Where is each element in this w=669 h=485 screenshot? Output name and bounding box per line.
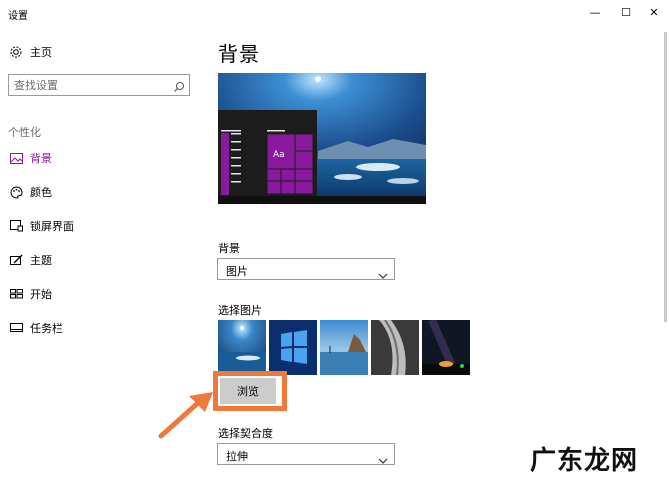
page-title: 背景 bbox=[218, 42, 260, 66]
window-title: 设置 bbox=[8, 11, 28, 22]
sidebar-item-background[interactable]: 背景 bbox=[0, 145, 200, 171]
picture-icon bbox=[8, 150, 24, 166]
sidebar-item-taskbar[interactable]: 任务栏 bbox=[0, 315, 200, 341]
close-button[interactable]: ✕ bbox=[639, 0, 669, 24]
lock-screen-icon bbox=[8, 218, 24, 234]
fit-label: 选择契合度 bbox=[218, 427, 273, 440]
minimize-button[interactable]: — bbox=[580, 0, 610, 24]
search-icon[interactable] bbox=[173, 78, 185, 97]
thumbnail-4[interactable] bbox=[371, 320, 419, 375]
sidebar-item-lock-screen[interactable]: 锁屏界面 bbox=[0, 213, 200, 239]
thumbnail-5[interactable] bbox=[422, 320, 470, 375]
sidebar-item-label: 背景 bbox=[30, 152, 52, 165]
preview-tile-label: Aa bbox=[273, 150, 285, 160]
sidebar-item-start[interactable]: 开始 bbox=[0, 281, 200, 307]
watermark-text: 广东龙网 bbox=[530, 446, 639, 476]
maximize-button[interactable]: ☐ bbox=[611, 0, 641, 24]
sidebar-item-themes[interactable]: 主题 bbox=[0, 247, 200, 273]
fit-value: 拉伸 bbox=[226, 450, 248, 463]
picture-thumbnails bbox=[218, 320, 470, 375]
chevron-down-icon bbox=[378, 450, 388, 469]
section-label-personalization: 个性化 bbox=[8, 126, 41, 139]
sidebar-item-label: 颜色 bbox=[30, 186, 52, 199]
search-box[interactable] bbox=[8, 74, 190, 96]
background-type-label: 背景 bbox=[218, 242, 240, 255]
thumbnail-1[interactable] bbox=[218, 320, 266, 375]
choose-picture-label: 选择图片 bbox=[218, 304, 262, 317]
fit-dropdown[interactable]: 拉伸 bbox=[217, 443, 395, 465]
sidebar-item-label: 任务栏 bbox=[30, 322, 63, 335]
search-input[interactable] bbox=[14, 77, 164, 93]
palette-icon bbox=[8, 184, 24, 200]
pointer-arrow-icon bbox=[158, 392, 213, 439]
sidebar-home-label: 主页 bbox=[30, 46, 52, 59]
taskbar-icon bbox=[8, 320, 24, 336]
browse-button[interactable]: 浏览 bbox=[220, 378, 276, 404]
start-tiles-icon bbox=[8, 286, 24, 302]
thumbnail-3[interactable] bbox=[320, 320, 368, 375]
title-bar: 设置 — ☐ ✕ bbox=[0, 0, 669, 30]
theme-brush-icon bbox=[8, 252, 24, 268]
chevron-down-icon bbox=[378, 265, 388, 284]
sidebar-item-colors[interactable]: 颜色 bbox=[0, 179, 200, 205]
sidebar-item-label: 开始 bbox=[30, 288, 52, 301]
sidebar-home[interactable]: 主页 bbox=[8, 43, 52, 61]
thumbnail-2[interactable] bbox=[269, 320, 317, 375]
sidebar-item-label: 主题 bbox=[30, 254, 52, 267]
background-type-value: 图片 bbox=[226, 265, 248, 278]
sidebar-item-label: 锁屏界面 bbox=[30, 220, 74, 233]
background-preview: Aa bbox=[218, 73, 426, 204]
scrollbar[interactable] bbox=[664, 32, 667, 322]
gear-icon bbox=[8, 44, 24, 60]
background-type-dropdown[interactable]: 图片 bbox=[217, 258, 395, 280]
